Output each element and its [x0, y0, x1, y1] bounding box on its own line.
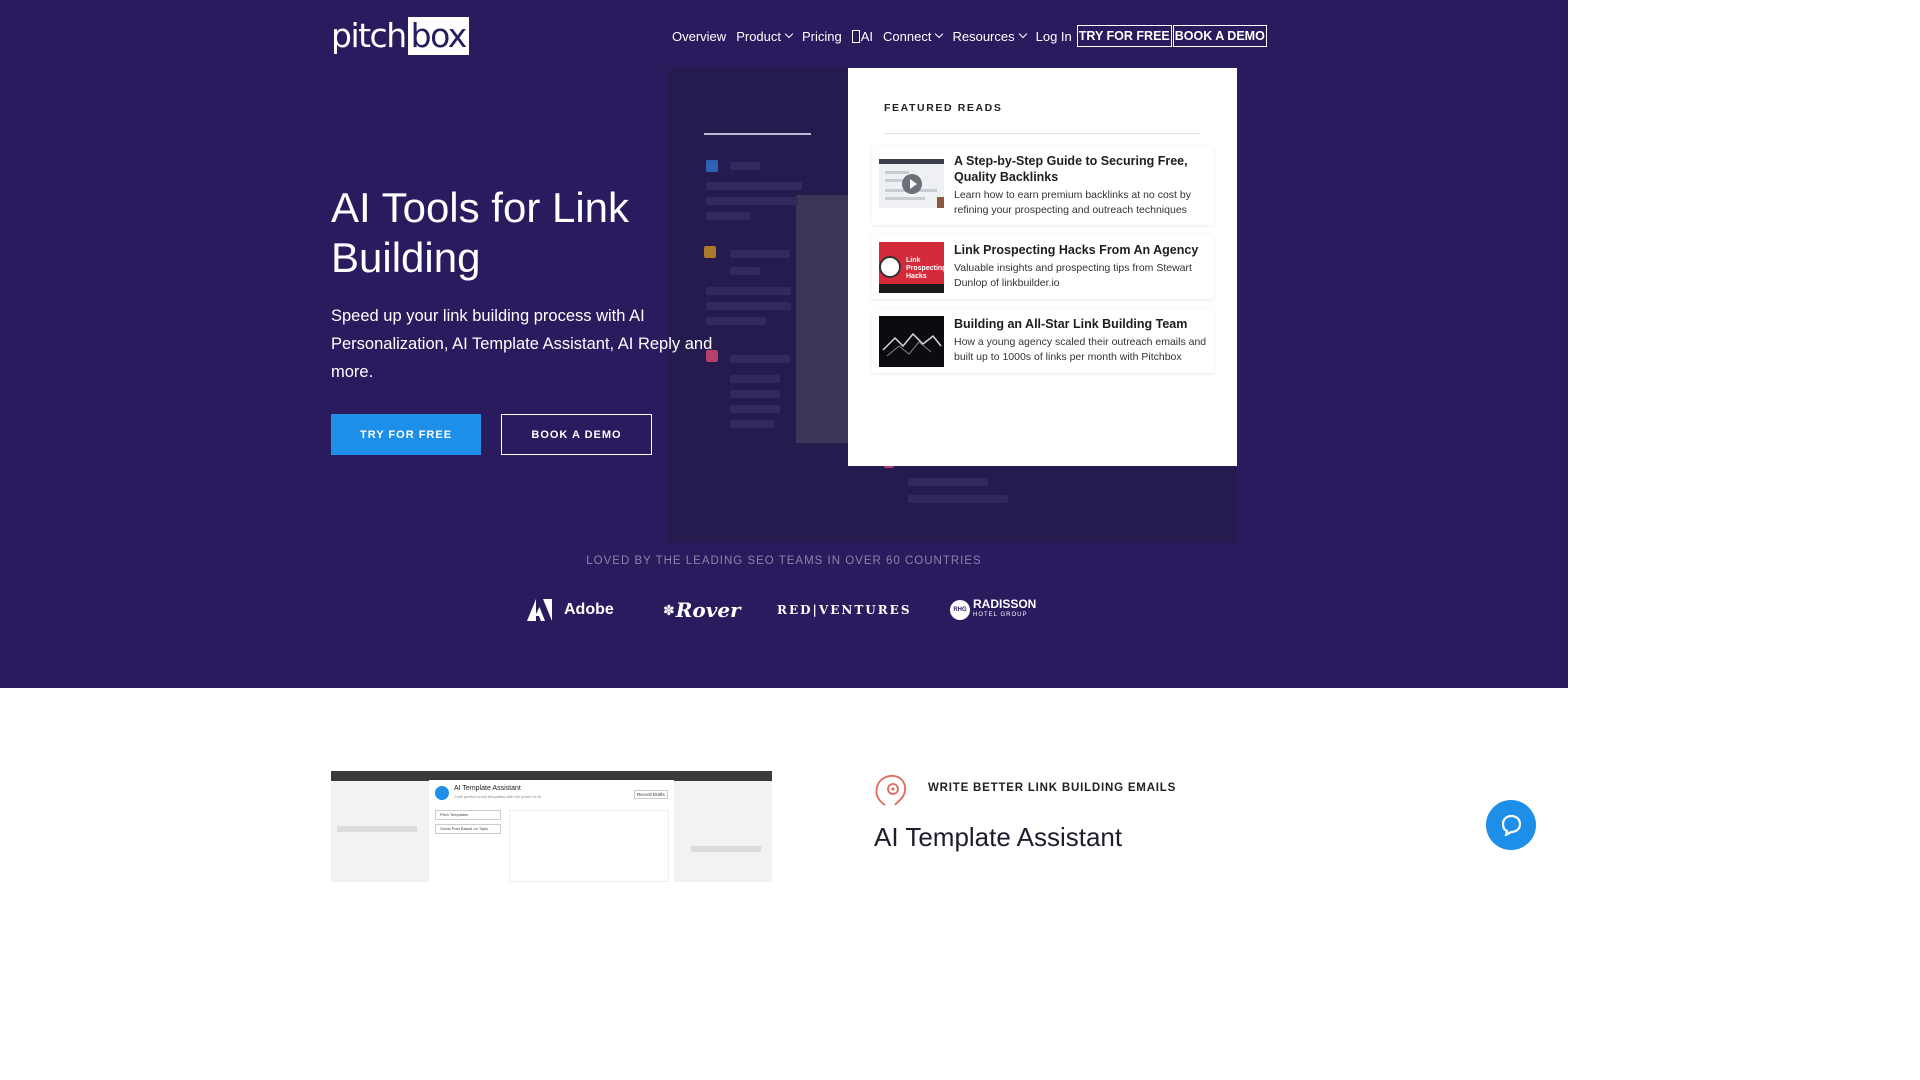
mega-menu-row — [706, 212, 751, 220]
modal-title: AI Template Assistant — [454, 785, 521, 792]
feature-title: AI Template Assistant — [874, 822, 1123, 852]
nav-connect-label: Connect — [883, 28, 932, 44]
featured-reads-divider — [884, 133, 1200, 134]
thumbnail-bar — [885, 179, 903, 182]
mega-menu-row — [730, 390, 780, 398]
pitchbox-logo[interactable]: pitch box — [331, 17, 469, 55]
radisson-subtext: HOTEL GROUP — [973, 612, 1028, 618]
paw-icon: ✽ — [663, 601, 675, 618]
feature-label: WRITE BETTER LINK BUILDING EMAILS — [928, 782, 1177, 794]
featured-card-desc: How a young agency scaled their outreach… — [954, 336, 1207, 363]
nav-pricing[interactable]: Pricing — [802, 29, 842, 44]
adobe-wordmark: Adobe — [564, 601, 614, 618]
modal-field-pitch[interactable]: Pitch Templates — [435, 810, 501, 820]
nav-resources[interactable]: Resources — [952, 28, 1027, 44]
prospecting-thumbnail: Link Prospecting Hacks — [879, 242, 947, 293]
screenshot-row — [337, 826, 417, 832]
thumbnail-bar — [879, 284, 944, 293]
rover-logo: ✽ Rover — [663, 596, 741, 624]
team-thumbnail-art — [882, 332, 942, 357]
nav-ai-label: AI — [860, 28, 874, 44]
radisson-text: RADISSON HOTEL GROUP — [973, 597, 1037, 621]
mega-menu-row — [706, 182, 802, 190]
radisson-mark: RHG — [950, 600, 970, 620]
hero-title: AI Tools for Link Building — [331, 184, 630, 281]
thumbnail-bar — [885, 171, 909, 174]
thumbnail-bar — [879, 159, 944, 164]
red-ventures-wordmark: RED|VENTURES — [777, 603, 912, 617]
mega-menu-row — [730, 162, 760, 170]
nav-overview[interactable]: Overview — [672, 29, 726, 44]
rover-wordmark: Rover — [675, 598, 741, 622]
video-thumbnail — [879, 159, 944, 208]
modal-record-button[interactable]: Record Drafts — [634, 790, 668, 799]
logo-text: pitch — [331, 16, 407, 55]
adobe-logo: Adobe — [527, 596, 614, 624]
blog-icon — [706, 160, 718, 172]
nav-overview-label: Overview — [672, 28, 727, 44]
hero-try-free-button[interactable]: TRY FOR FREE — [331, 414, 481, 455]
featured-card-backlinks[interactable]: A Step-by-Step Guide to Securing Free, Q… — [872, 146, 1214, 225]
modal-field-guest[interactable]: Guest Post Based on Topic — [435, 824, 501, 834]
nav-login-label: Log In — [1035, 28, 1072, 44]
nav-product-label: Product — [736, 28, 781, 44]
chevron-down-icon — [935, 29, 944, 39]
play-icon[interactable] — [902, 174, 922, 194]
featured-card-title: A Step-by-Step Guide to Securing Free, Q… — [954, 154, 1188, 184]
hero-book-demo-button[interactable]: BOOK A DEMO — [501, 414, 652, 455]
ai-brain-icon — [875, 774, 907, 806]
mega-menu-row — [730, 420, 775, 428]
mega-menu-divider — [704, 133, 811, 135]
nav-product[interactable]: Product — [736, 28, 794, 44]
featured-card-desc: Valuable insights and prospecting tips f… — [954, 262, 1192, 289]
hero-subtitle: Speed up your link building process with… — [331, 307, 713, 381]
nav-ai[interactable]: AI — [851, 28, 874, 44]
thumbnail-bar — [885, 197, 925, 200]
modal-preview — [509, 810, 669, 882]
adobe-icon — [527, 599, 552, 621]
nav-pricing-label: Pricing — [802, 28, 842, 44]
team-thumbnail — [879, 316, 944, 367]
featured-card-title: Building an All-Star Link Building Team — [954, 317, 1188, 331]
radisson-wordmark: RADISSON — [973, 597, 1037, 611]
chat-widget-button[interactable] — [1486, 800, 1536, 850]
featured-card-title: Link Prospecting Hacks From An Agency — [954, 243, 1199, 257]
mega-menu-row — [908, 478, 988, 486]
mega-menu-row — [730, 250, 790, 258]
thumbnail-caption: Link Prospecting Hacks — [906, 257, 947, 280]
mega-menu-row — [730, 405, 780, 413]
red-ventures-logo: RED|VENTURES — [777, 596, 912, 624]
ai-template-modal: AI Template Assistant Craft perfect emai… — [429, 780, 674, 882]
chevron-down-icon — [784, 29, 794, 39]
radisson-logo: RHG RADISSON HOTEL GROUP — [950, 596, 1036, 624]
mega-menu-row — [908, 495, 1008, 503]
nav-book-demo-button[interactable]: BOOK A DEMO — [1172, 25, 1267, 47]
modal-subtitle: Craft perfect email templates with the p… — [454, 794, 542, 799]
link-icon — [879, 256, 901, 278]
ai-icon — [435, 786, 449, 800]
main-nav: Overview Product Pricing AI Connect Reso… — [672, 24, 1267, 48]
mega-menu-screenshot — [796, 195, 848, 443]
mega-menu-row — [730, 267, 760, 275]
mega-menu-row — [706, 287, 791, 295]
screenshot-row — [691, 846, 761, 852]
logo-box-text: box — [407, 17, 469, 55]
nav-resources-label: Resources — [952, 28, 1015, 44]
featured-card-team[interactable]: Building an All-Star Link Building Team … — [872, 309, 1214, 373]
loved-by-text: LOVED BY THE LEADING SEO TEAMS IN OVER 6… — [586, 555, 982, 567]
mega-menu-row — [706, 197, 798, 205]
nav-connect[interactable]: Connect — [883, 28, 944, 44]
nav-try-free-button[interactable]: TRY FOR FREE — [1076, 25, 1172, 47]
featured-reads-title: FEATURED READS — [884, 102, 1003, 114]
play-triangle — [910, 179, 917, 189]
avatar — [937, 197, 944, 208]
missing-glyph-icon — [851, 29, 860, 43]
chat-bubble-icon — [1501, 814, 1522, 836]
nav-login[interactable]: Log In — [1036, 29, 1072, 44]
featured-card-desc: Learn how to earn premium backlinks at n… — [954, 189, 1191, 216]
featured-card-prospecting[interactable]: Link Prospecting Hacks Link Prospecting … — [872, 235, 1214, 299]
chevron-down-icon — [1018, 29, 1027, 39]
featured-reads-panel: FEATURED READS A Step-by-Step Guide to S… — [848, 68, 1237, 466]
